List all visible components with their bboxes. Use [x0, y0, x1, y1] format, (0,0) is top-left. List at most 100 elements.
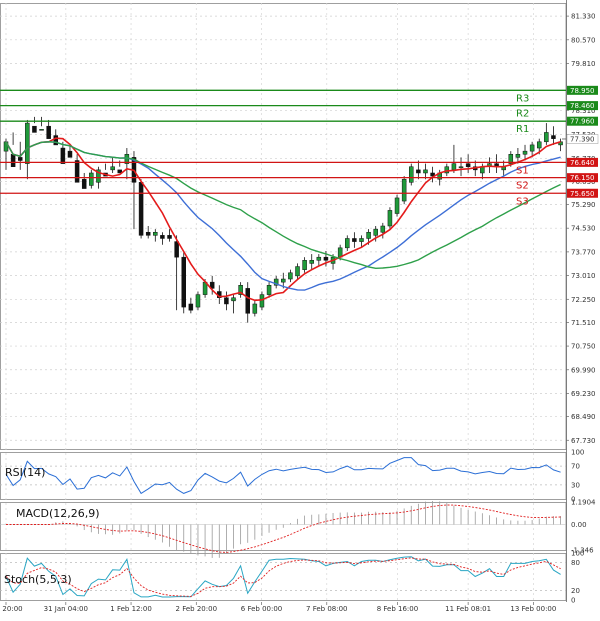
y-tick-label: 79.810	[571, 60, 596, 68]
y-tick-label: 71.510	[571, 319, 596, 327]
candle-body	[32, 125, 37, 133]
candle-body	[401, 178, 407, 202]
y-tick-label: 68.490	[571, 413, 596, 421]
candle-body	[266, 285, 272, 295]
candle-body	[39, 129, 44, 131]
candle-body	[373, 228, 378, 236]
stoch-tick-label: 80	[571, 559, 580, 567]
candle-body	[529, 144, 535, 152]
stoch-tick-label: 20	[571, 587, 580, 595]
candle-body	[81, 178, 87, 189]
x-tick-label: 8 Feb 16:00	[377, 605, 418, 613]
candle-body	[231, 297, 236, 302]
candle-body	[536, 141, 542, 149]
y-tick-label: 69.990	[571, 366, 596, 374]
rsi-tick-label: 30	[571, 481, 580, 489]
x-tick-label: 11 Feb 08:01	[445, 605, 491, 613]
candle-body	[153, 231, 158, 236]
candle-body	[345, 238, 350, 249]
candle-body	[416, 169, 421, 174]
level-label-s2: S2	[516, 181, 529, 192]
y-tick-label: 70.750	[571, 343, 596, 351]
candle-body	[281, 278, 286, 283]
y-tick-label: 75.290	[571, 201, 596, 209]
candle-body	[138, 182, 144, 236]
level-label-r3: R3	[516, 93, 529, 104]
rsi-line	[5, 457, 561, 495]
candle-body	[145, 231, 151, 236]
level-label-s1: S1	[516, 165, 529, 176]
panel-frame	[0, 452, 567, 500]
rsi-tick-label: 70	[571, 463, 580, 471]
ma-mid-line	[5, 141, 561, 291]
stoch-d-line	[5, 557, 561, 597]
x-tick-label: 7 Feb 08:00	[306, 605, 347, 613]
current-price-text: 77.390	[570, 135, 595, 143]
candle-body	[380, 225, 386, 233]
stoch-tick-label: 0	[571, 597, 575, 605]
x-tick-label: Jan 20:00	[0, 605, 23, 613]
axes: 81.33080.57079.81078.31077.53076.77076.0…	[0, 13, 599, 613]
candle-body	[174, 241, 179, 258]
macd-tick-label: 1.1904	[571, 498, 596, 506]
y-tick-label: 80.570	[571, 36, 596, 44]
y-tick-label: 81.330	[571, 13, 596, 21]
candle-body	[167, 235, 172, 239]
candle-body	[181, 256, 186, 308]
candle-body	[188, 303, 194, 311]
y-tick-label: 73.010	[571, 272, 596, 280]
candle-body	[17, 157, 23, 161]
candle-body	[67, 150, 73, 158]
candle-body	[387, 210, 393, 227]
level-price-tag-text: 77.960	[570, 118, 595, 126]
stoch-panel: Stoch(5,5,3)	[0, 556, 566, 598]
level-price-tag-text: 78.460	[570, 102, 595, 110]
candle-body	[309, 260, 314, 264]
candle-body	[10, 154, 16, 167]
level-label-r2: R2	[516, 109, 529, 120]
candle-body	[259, 294, 265, 308]
rsi-panel: RSI(14)	[0, 457, 566, 495]
candle-body	[451, 163, 457, 171]
candle-body	[515, 154, 521, 158]
ma-slow-line	[5, 141, 561, 270]
candle-body	[288, 272, 293, 280]
y-tick-label: 72.250	[571, 296, 596, 304]
candle-body	[465, 163, 471, 167]
candle-body	[366, 231, 371, 239]
main-price-panel: R3 R2 R1 S1 S2 S3	[0, 89, 566, 323]
candle-body	[302, 260, 307, 270]
stoch-label: Stoch(5,5,3)	[4, 573, 72, 586]
candle-body	[224, 297, 229, 305]
y-tick-label: 69.230	[571, 390, 596, 398]
candle-body	[316, 256, 322, 261]
chart-canvas: R3 R2 R1 S1 S2 S3 RSI(14) MACD(12,26,9) Stoch…	[0, 0, 599, 613]
candle-body	[160, 235, 165, 239]
x-tick-label: 1 Feb 12:00	[110, 605, 151, 613]
candle-body	[60, 147, 66, 164]
candle-body	[89, 172, 94, 186]
stoch-tick-label: 100	[571, 550, 584, 558]
macd-label: MACD(12,26,9)	[16, 507, 100, 520]
x-tick-label: 31 Jan 04:00	[44, 605, 88, 613]
level-price-tag-text: 75.650	[570, 190, 595, 198]
rsi-label: RSI(14)	[5, 466, 45, 479]
candle-body	[522, 150, 528, 155]
candle-body	[544, 132, 549, 143]
macd-panel: MACD(12,26,9)	[0, 501, 566, 558]
candle-body	[423, 169, 428, 174]
candle-body	[458, 166, 464, 168]
candle-body	[295, 266, 300, 277]
y-tick-label: 67.730	[571, 437, 596, 445]
macd-tick-label: 0.00	[571, 521, 587, 529]
level-price-tag-text: 78.950	[570, 87, 595, 95]
y-tick-label: 74.530	[571, 225, 596, 233]
y-tick-label: 73.770	[571, 248, 596, 256]
candle-body	[409, 166, 414, 183]
candle-body	[394, 197, 400, 214]
level-label-r1: R1	[516, 124, 529, 135]
candle-body	[252, 303, 258, 314]
candle-body	[46, 125, 51, 139]
stoch-k-line	[5, 556, 561, 598]
candle-body	[352, 238, 357, 242]
